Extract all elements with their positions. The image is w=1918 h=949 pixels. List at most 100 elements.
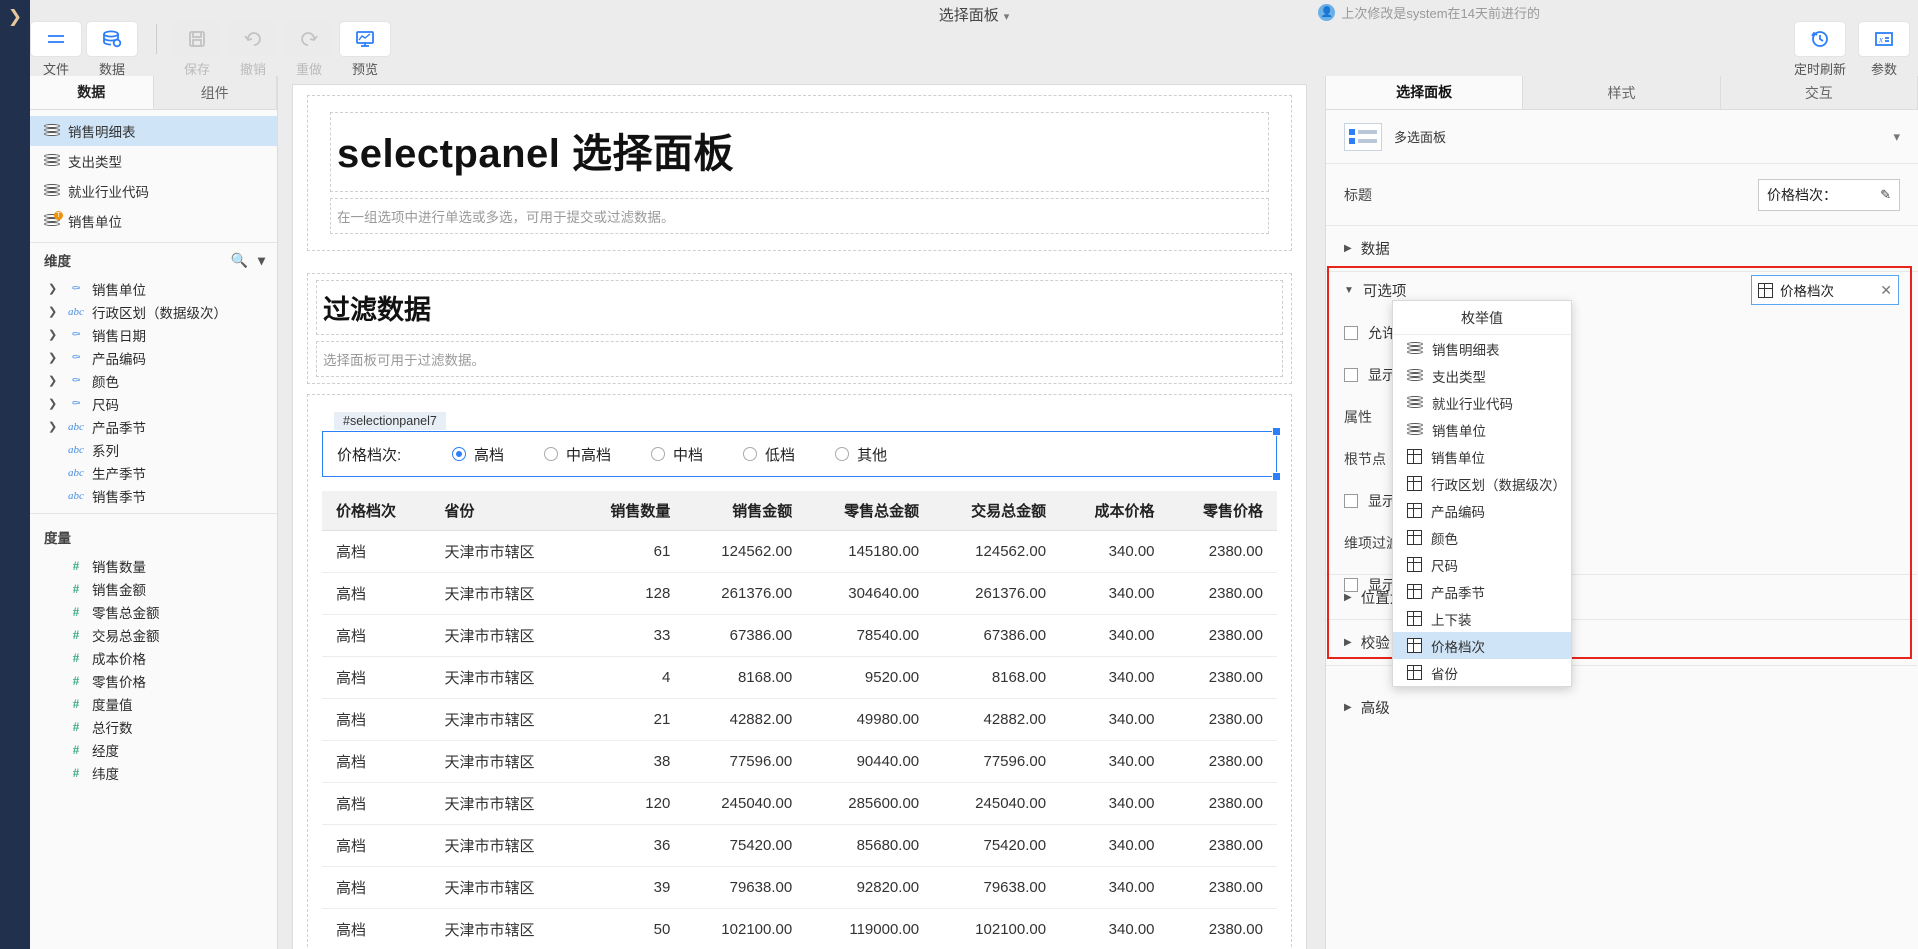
dimension-dropdown[interactable]: 枚举值 销售明细表支出类型就业行业代码销售单位销售单位行政区划（数据级次）产品编… [1392, 300, 1572, 687]
toolbar-button-文件[interactable]: 文件 [30, 22, 82, 78]
measure-item[interactable]: #销售金额 [30, 577, 277, 600]
title-input[interactable]: 价格档次： ✎ [1758, 179, 1900, 211]
dataset-item[interactable]: T销售单位 [30, 206, 277, 236]
checkbox[interactable] [1344, 494, 1358, 508]
table-cell: 33 [576, 615, 684, 657]
measure-item[interactable]: #度量值 [30, 692, 277, 715]
dropdown-item[interactable]: 省份 [1393, 659, 1571, 686]
dimension-label: 销售季节 [92, 486, 146, 506]
tab-组件[interactable]: 组件 [154, 76, 278, 109]
expand-rail-icon[interactable]: ❯ [6, 8, 24, 26]
tab-选择面板[interactable]: 选择面板 [1326, 76, 1523, 109]
radio-option[interactable]: 高档 [452, 444, 504, 465]
tab-样式[interactable]: 样式 [1523, 76, 1720, 109]
table-cell: 2380.00 [1169, 825, 1277, 867]
close-icon[interactable]: ✕ [1880, 282, 1892, 299]
radio-button[interactable] [452, 447, 466, 461]
dropdown-item[interactable]: 产品季节 [1393, 578, 1571, 605]
widget-type-row[interactable]: 多选面板 ▾ [1326, 110, 1918, 164]
toolbar-button-参数[interactable]: x参数 [1858, 22, 1910, 78]
widget-id-tag: #selectionpanel7 [334, 412, 446, 430]
toolbar-button-数据[interactable]: 数据 [86, 22, 138, 78]
table-icon [1407, 665, 1422, 680]
chevron-down-icon[interactable]: ▾ [1004, 11, 1010, 23]
dropdown-item[interactable]: 支出类型 [1393, 362, 1571, 389]
radio-button[interactable] [544, 447, 558, 461]
dataset-item[interactable]: 销售明细表 [30, 116, 277, 146]
dimension-item[interactable]: abc生产季节 [30, 461, 277, 484]
expand-caret-icon[interactable]: ❯ [48, 374, 60, 387]
dataset-item[interactable]: 就业行业代码 [30, 176, 277, 206]
table-cell: 8168.00 [933, 657, 1060, 699]
dropdown-item[interactable]: 尺码 [1393, 551, 1571, 578]
resize-handle-top-right[interactable] [1272, 427, 1281, 436]
measure-item[interactable]: #成本价格 [30, 646, 277, 669]
dropdown-item-label: 颜色 [1431, 528, 1458, 548]
toolbar-button-定时刷新[interactable]: 定时刷新 [1794, 22, 1846, 78]
radio-option[interactable]: 中档 [651, 444, 703, 465]
dropdown-item[interactable]: 销售单位 [1393, 443, 1571, 470]
expand-caret-icon[interactable]: ❯ [48, 305, 60, 318]
chevron-down-icon[interactable]: ▾ [258, 252, 265, 269]
resize-handle-bottom-right[interactable] [1272, 472, 1281, 481]
accordion-advanced[interactable]: ▶ 高级 [1326, 684, 1917, 730]
radio-button[interactable] [835, 447, 849, 461]
dimension-item[interactable]: ❯⚰产品编码 [30, 346, 277, 369]
dropdown-item[interactable]: 上下装 [1393, 605, 1571, 632]
measure-item[interactable]: #零售价格 [30, 669, 277, 692]
search-icon[interactable]: 🔍 [231, 252, 248, 269]
dimension-item[interactable]: ❯abc行政区划（数据级次） [30, 300, 277, 323]
toolbar-button-预览[interactable]: 预览 [339, 22, 391, 78]
expand-caret-icon[interactable]: ❯ [48, 328, 60, 341]
radio-option[interactable]: 其他 [835, 444, 887, 465]
save-icon [172, 22, 222, 56]
dropdown-item[interactable]: 就业行业代码 [1393, 389, 1571, 416]
expand-caret-icon[interactable]: ❯ [48, 351, 60, 364]
design-canvas[interactable]: selectpanel 选择面板 在一组选项中进行单选或多选，可用于提交或过滤数… [278, 76, 1325, 949]
measure-item[interactable]: #总行数 [30, 715, 277, 738]
radio-option[interactable]: 低档 [743, 444, 795, 465]
dimension-item[interactable]: ❯⚰销售单位 [30, 277, 277, 300]
checkbox[interactable] [1344, 326, 1358, 340]
table-cell: 高档 [322, 657, 430, 699]
dropdown-item[interactable]: 销售单位 [1393, 416, 1571, 443]
dropdown-item[interactable]: 产品编码 [1393, 497, 1571, 524]
table-icon [1407, 503, 1422, 518]
edit-pencil-icon[interactable]: ✎ [1880, 187, 1891, 203]
selection-panel[interactable]: 价格档次: 高档中高档中档低档其他 [322, 431, 1277, 477]
tab-交互[interactable]: 交互 [1721, 76, 1918, 109]
accordion-data[interactable]: ▶ 数据 [1326, 226, 1918, 272]
expand-caret-icon[interactable]: ❯ [48, 282, 60, 295]
section-block[interactable]: 过滤数据 选择面板可用于过滤数据。 [307, 273, 1292, 384]
measure-item[interactable]: #零售总金额 [30, 600, 277, 623]
chevron-down-icon[interactable]: ▾ [1893, 129, 1900, 145]
radio-button[interactable] [651, 447, 665, 461]
dropdown-item[interactable]: 颜色 [1393, 524, 1571, 551]
measure-item[interactable]: #纬度 [30, 761, 277, 784]
checkbox[interactable] [1344, 368, 1358, 382]
dimension-selector-input[interactable]: 价格档次 ✕ [1751, 275, 1899, 305]
radio-option[interactable]: 中高档 [544, 444, 611, 465]
expand-caret-icon[interactable]: ❯ [48, 420, 60, 433]
table-icon [1407, 638, 1422, 653]
number-icon: # [66, 696, 86, 712]
dropdown-item[interactable]: 行政区划（数据级次） [1393, 470, 1571, 497]
dimension-item[interactable]: abc销售季节 [30, 484, 277, 507]
measure-item[interactable]: #交易总金额 [30, 623, 277, 646]
measure-item[interactable]: #销售数量 [30, 554, 277, 577]
dataset-item[interactable]: 支出类型 [30, 146, 277, 176]
dimension-item[interactable]: ❯⚰销售日期 [30, 323, 277, 346]
measure-item[interactable]: #经度 [30, 738, 277, 761]
selection-panel-widget[interactable]: #selectionpanel7 价格档次: 高档中高档中档低档其他 [322, 431, 1277, 477]
title-block[interactable]: selectpanel 选择面板 在一组选项中进行单选或多选，可用于提交或过滤数… [307, 95, 1292, 251]
dimension-item[interactable]: ❯⚰尺码 [30, 392, 277, 415]
dimension-item[interactable]: abc系列 [30, 438, 277, 461]
tab-数据[interactable]: 数据 [30, 76, 154, 109]
dimension-item[interactable]: ❯⚰颜色 [30, 369, 277, 392]
radio-button[interactable] [743, 447, 757, 461]
expand-caret-icon[interactable]: ❯ [48, 397, 60, 410]
dropdown-item[interactable]: 销售明细表 [1393, 335, 1571, 362]
document-title-bar[interactable]: 选择面板▾ [30, 4, 1918, 25]
dimension-item[interactable]: ❯abc产品季节 [30, 415, 277, 438]
dropdown-item[interactable]: 价格档次 [1393, 632, 1571, 659]
